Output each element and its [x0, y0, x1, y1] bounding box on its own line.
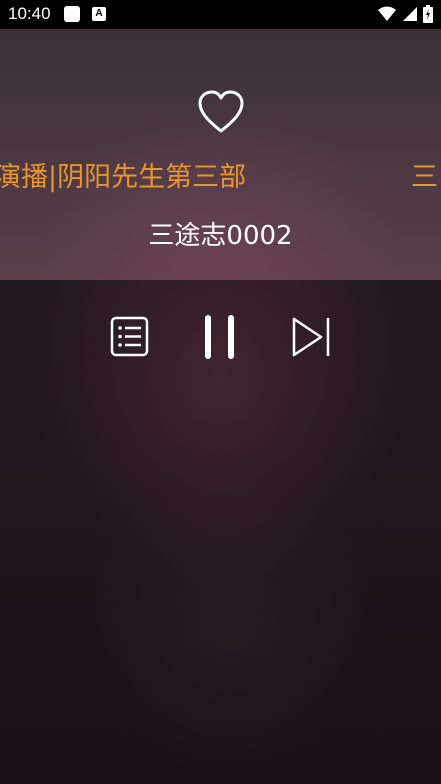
signal-icon [403, 7, 417, 21]
playback-controls [0, 313, 441, 361]
notification-square-icon [64, 6, 80, 22]
status-time: 10:40 [8, 4, 51, 23]
wifi-icon [378, 6, 396, 21]
track-title: 三途志0002 [148, 221, 293, 251]
playlist-icon[interactable] [110, 313, 150, 361]
album-marquee: 演播|阴阳先生第三部 [0, 162, 247, 193]
battery-charging-icon [423, 5, 433, 23]
status-bar: 10:40 A [0, 0, 441, 29]
pause-icon[interactable] [199, 313, 241, 361]
skip-next-icon[interactable] [290, 313, 332, 361]
font-a-icon: A [92, 7, 106, 21]
heart-outline-icon[interactable] [197, 89, 245, 135]
album-marquee-repeat: 三 [411, 162, 438, 193]
now-playing-panel: 演播|阴阳先生第三部 三 三途志0002 [0, 29, 441, 280]
